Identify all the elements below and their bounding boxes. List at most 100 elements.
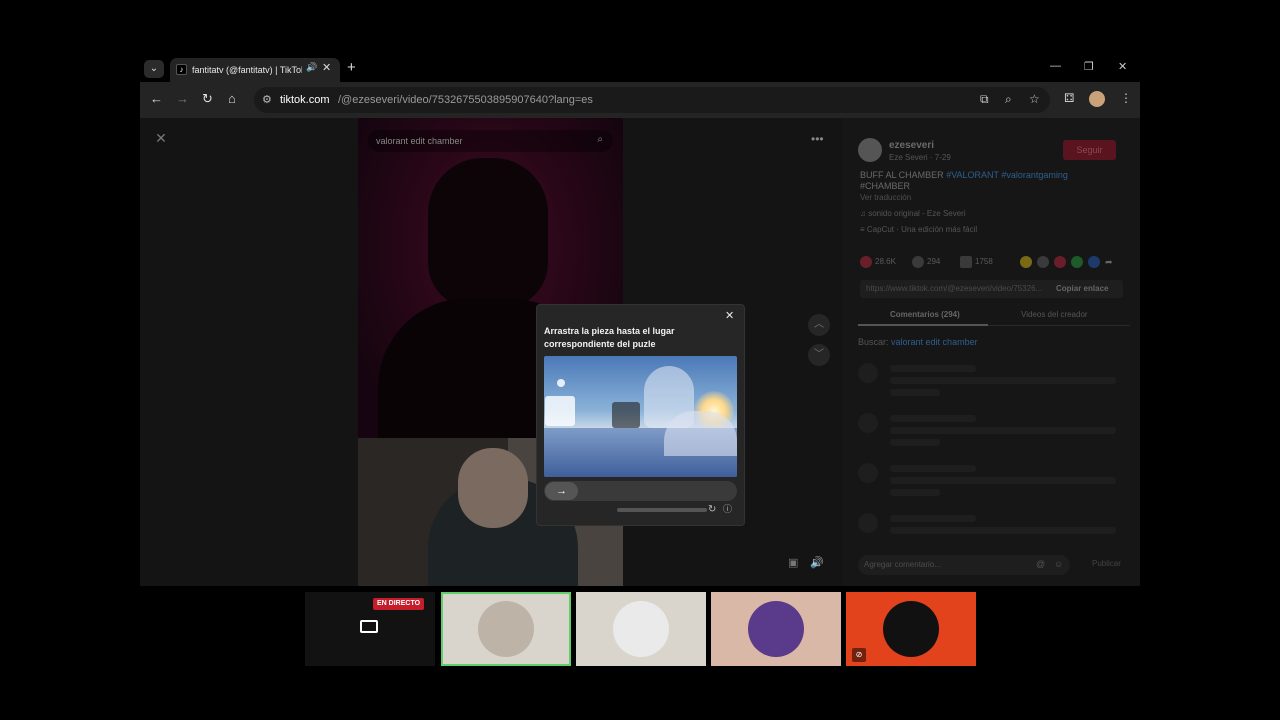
arrow-right-icon[interactable]: → xyxy=(545,482,578,500)
comment-input[interactable]: Agregar comentario... @ ☺ xyxy=(858,555,1070,575)
video-link-url[interactable]: https://www.tiktok.com/@ezeseveri/video/… xyxy=(866,284,1046,294)
video-search-bar[interactable]: valorant edit chamber ⌕ xyxy=(368,130,613,152)
tab-title: fantitatv (@fantitatv) | TikTok xyxy=(192,65,302,75)
puzzle-target-slot xyxy=(612,402,640,428)
comment-skeleton xyxy=(858,413,1130,453)
tab-search-button[interactable]: ⌄ xyxy=(144,60,164,78)
publish-button[interactable]: Publicar xyxy=(1092,559,1121,569)
skeleton-line xyxy=(890,515,976,522)
share-pinterest-icon[interactable] xyxy=(1054,256,1066,268)
follow-button[interactable]: Seguir xyxy=(1063,140,1116,160)
share-facebook-icon[interactable] xyxy=(1088,256,1100,268)
restore-icon[interactable]: ❐ xyxy=(1084,60,1094,73)
captcha-close-icon[interactable]: ✕ xyxy=(725,310,734,322)
puzzle-dot xyxy=(557,379,565,387)
puzzle-frost xyxy=(664,411,737,456)
emoji-icon[interactable]: ☺ xyxy=(1054,559,1063,569)
back-button[interactable]: ← xyxy=(150,91,163,107)
creator-username[interactable]: ezeseveri xyxy=(889,140,934,152)
skeleton-line xyxy=(890,389,940,396)
close-icon[interactable]: ✕ xyxy=(322,61,331,74)
reload-button[interactable]: ↻ xyxy=(202,91,213,107)
engagement-bar: 28.6K 294 1758 ➦ xyxy=(860,255,1130,269)
captcha-slider-track[interactable]: → xyxy=(544,481,737,501)
skeleton-line xyxy=(890,415,976,422)
captcha-puzzle-image xyxy=(544,356,737,477)
tiktok-page: ✕ valorant edit chamber ⌕ ••• ︿ ﹀ ▣ 🔊 ez… xyxy=(140,118,1140,586)
copy-link-button[interactable]: Copiar enlace xyxy=(1056,284,1108,294)
info-icon[interactable]: ⓘ xyxy=(723,504,732,515)
related-search-label: Buscar: xyxy=(858,337,889,347)
window-close-icon[interactable]: ✕ xyxy=(1118,60,1127,73)
skeleton-line xyxy=(890,439,940,446)
home-button[interactable]: ⌂ xyxy=(228,91,236,107)
heart-icon xyxy=(860,255,872,268)
comment-stat[interactable]: 294 xyxy=(912,255,940,269)
next-video-button[interactable]: ﹀ xyxy=(808,344,830,366)
pip-icon[interactable]: ▣ xyxy=(788,556,798,569)
bookmark-icon xyxy=(960,255,972,268)
desc-hashtags[interactable]: #VALORANT #valorantgaming xyxy=(946,170,1068,180)
participant-tile-screen[interactable]: EN DIRECTO xyxy=(305,592,435,666)
minimize-icon[interactable]: — xyxy=(1050,60,1061,72)
new-tab-button[interactable]: + xyxy=(347,59,356,77)
video-search-text: valorant edit chamber xyxy=(376,136,463,146)
profile-avatar[interactable] xyxy=(1089,91,1105,107)
capcut-icon: ≡ xyxy=(860,225,867,234)
menu-icon[interactable]: ⋮ xyxy=(1120,91,1132,105)
screen-share-icon xyxy=(360,620,378,633)
url-path: /@ezeseveri/video/7532675503895907640?la… xyxy=(338,94,593,106)
tab-creator-videos[interactable]: Videos del creador xyxy=(1021,310,1088,320)
forward-button[interactable]: → xyxy=(176,91,189,107)
cast-icon[interactable]: ⧉ xyxy=(980,92,989,107)
participant-tile-logo[interactable]: ⊘ xyxy=(846,592,976,666)
bookmark-star-icon[interactable]: ☆ xyxy=(1029,92,1040,106)
desc-text: BUFF AL CHAMBER xyxy=(860,170,944,180)
desc-hashtag-chamber[interactable]: #CHAMBER xyxy=(860,181,910,191)
refresh-icon[interactable]: ↻ xyxy=(708,504,716,515)
live-badge: EN DIRECTO xyxy=(373,598,425,610)
participant-avatar xyxy=(613,601,669,657)
comment-skeleton xyxy=(858,463,1130,503)
related-search[interactable]: Buscar: valorant edit chamber xyxy=(858,337,978,348)
zoom-icon[interactable]: ⌕ xyxy=(1005,92,1012,107)
capcut-link[interactable]: ≡ CapCut · Una edición más fácil xyxy=(860,225,977,235)
more-options-icon[interactable]: ••• xyxy=(811,132,824,146)
like-stat[interactable]: 28.6K xyxy=(860,255,896,269)
like-count: 28.6K xyxy=(875,257,896,266)
close-video-icon[interactable]: ✕ xyxy=(152,129,170,147)
share-whatsapp-icon[interactable] xyxy=(1071,256,1083,268)
creator-avatar[interactable] xyxy=(858,138,882,162)
share-code-icon[interactable] xyxy=(1037,256,1049,268)
comment-count: 294 xyxy=(927,257,941,266)
participant-tile-capybara[interactable] xyxy=(441,592,571,666)
speaker-icon[interactable]: 🔊 xyxy=(306,62,317,73)
music-link[interactable]: ♫ sonido original - Eze Severi xyxy=(860,209,966,219)
extensions-icon[interactable]: ⚃ xyxy=(1064,91,1074,105)
participant-tile-mask[interactable] xyxy=(711,592,841,666)
previous-video-button[interactable]: ︿ xyxy=(808,314,830,336)
browser-tab[interactable]: ♪ fantitatv (@fantitatv) | TikTok 🔊 ✕ xyxy=(170,58,340,82)
mention-icon[interactable]: @ xyxy=(1036,559,1045,569)
panel-tabs: Comentarios (294) Videos del creador xyxy=(858,306,1130,326)
share-embed-icon[interactable] xyxy=(1020,256,1032,268)
site-settings-icon[interactable]: ⚙ xyxy=(262,93,272,106)
share-arrow-icon[interactable]: ➦ xyxy=(1105,256,1117,268)
save-stat[interactable]: 1758 xyxy=(960,255,993,269)
related-search-query[interactable]: valorant edit chamber xyxy=(891,337,978,347)
address-bar[interactable]: ⚙ tiktok.com /@ezeseveri/video/753267550… xyxy=(254,87,1050,113)
tab-comments[interactable]: Comentarios (294) xyxy=(890,310,960,320)
skeleton-line xyxy=(890,477,1116,484)
participant-tile-cartoon[interactable] xyxy=(576,592,706,666)
translate-link[interactable]: Ver traducción xyxy=(860,193,911,203)
comment-placeholder: Agregar comentario... xyxy=(864,560,941,569)
volume-icon[interactable]: 🔊 xyxy=(810,556,824,569)
search-icon[interactable]: ⌕ xyxy=(597,134,603,145)
puzzle-piece[interactable] xyxy=(545,396,575,426)
skeleton-line xyxy=(890,489,940,496)
skeleton-line xyxy=(890,465,976,472)
comment-skeleton xyxy=(858,363,1130,403)
captcha-title: Arrastra la pieza hasta el lugar corresp… xyxy=(544,326,675,349)
comment-icon xyxy=(912,255,924,268)
muted-icon: ⊘ xyxy=(852,648,866,662)
